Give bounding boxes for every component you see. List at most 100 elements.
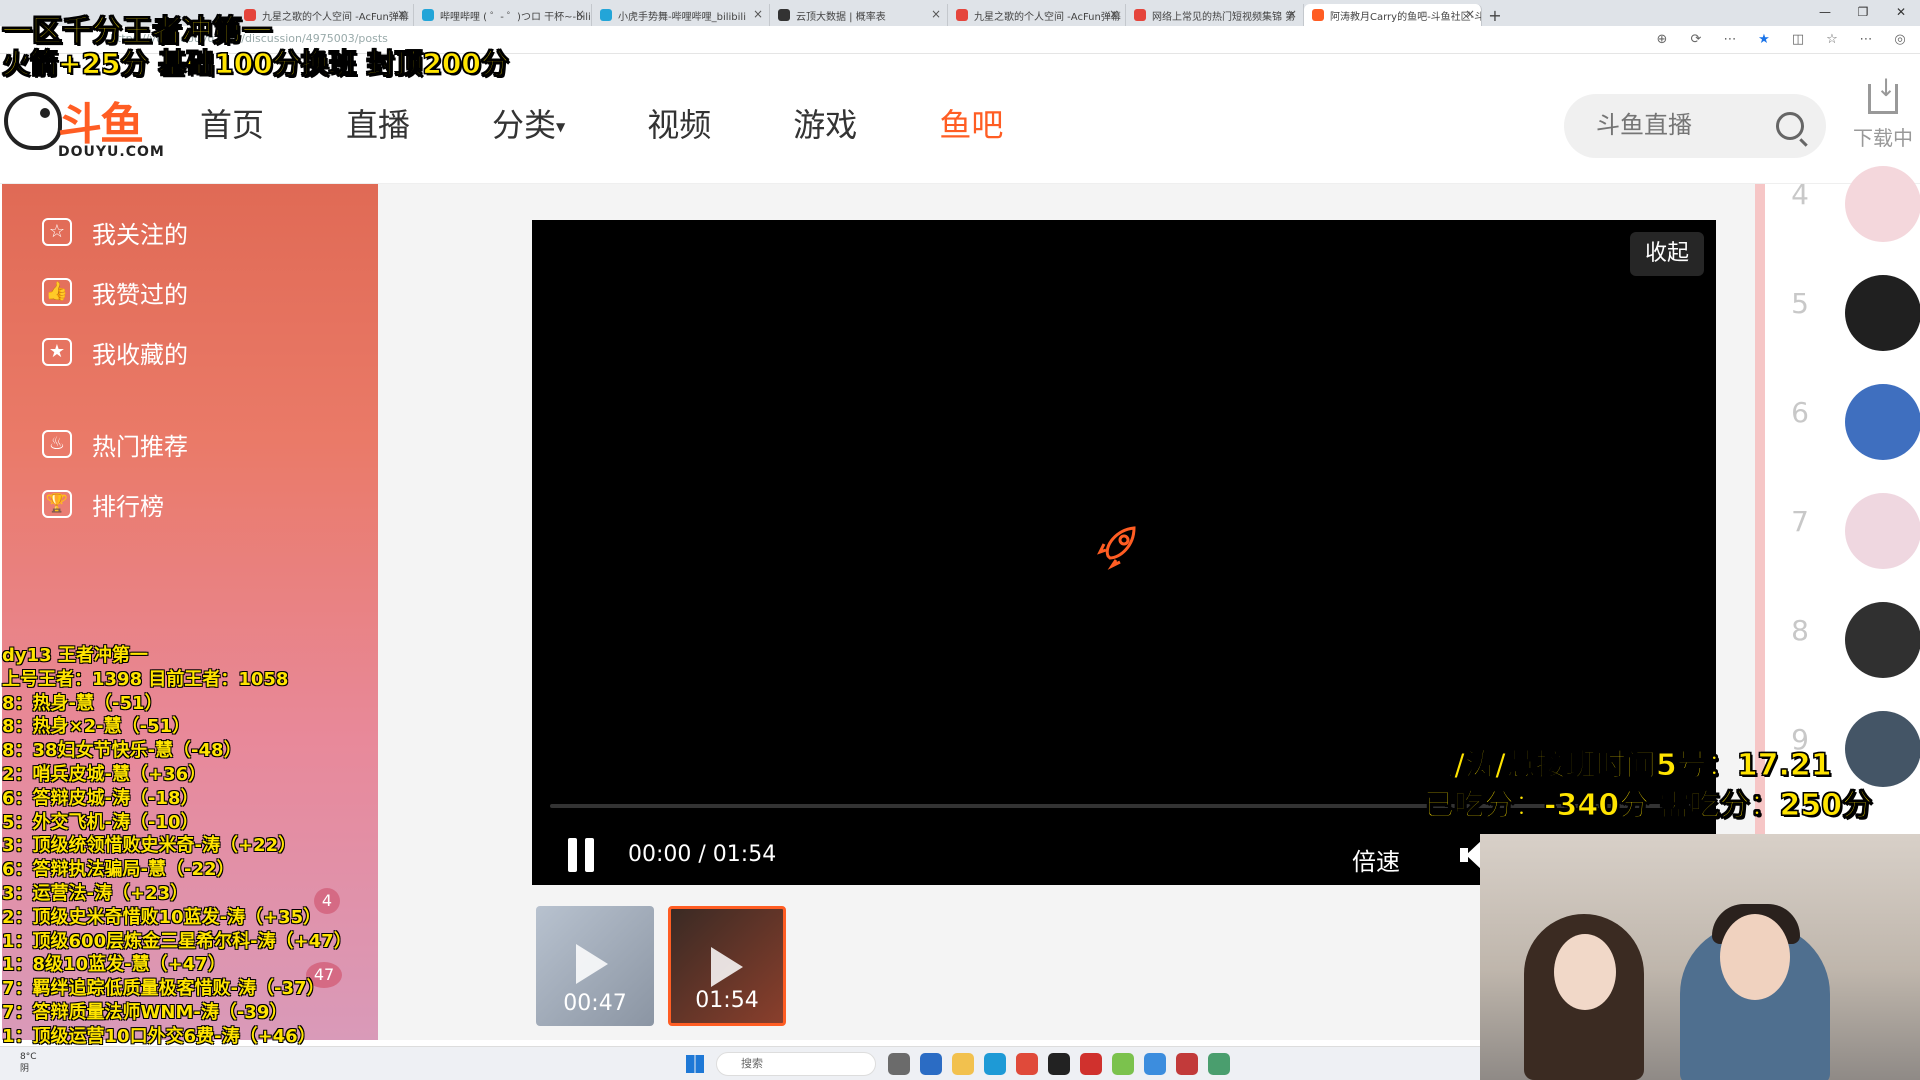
app-icon[interactable] bbox=[1208, 1053, 1230, 1075]
nav-item[interactable]: 首页 bbox=[200, 100, 264, 146]
sidebar-item-label: 我关注的 bbox=[92, 220, 188, 249]
nav-item[interactable]: 视频 bbox=[647, 100, 711, 146]
avatar[interactable] bbox=[1845, 275, 1920, 351]
browser-tab[interactable]: 网络上常见的热门短视频集锦 第 × bbox=[1126, 4, 1304, 26]
copilot-icon[interactable]: ◎ bbox=[1890, 30, 1910, 50]
start-icon[interactable] bbox=[686, 1055, 704, 1073]
sidebar-item-label: 排行榜 bbox=[92, 492, 164, 521]
sidebar-item-icon: 👍 bbox=[42, 278, 72, 306]
app-icon[interactable] bbox=[1048, 1053, 1070, 1075]
browser-tab[interactable]: 阿涛教月Carry的鱼吧-斗鱼社区-斗 × bbox=[1304, 4, 1482, 26]
split-screen-icon[interactable]: ◫ bbox=[1788, 30, 1808, 50]
sidebar-item[interactable]: 🏆 排行榜 bbox=[42, 484, 164, 524]
avatar[interactable] bbox=[1845, 166, 1920, 242]
douyu-logo[interactable]: 斗鱼 DOUYU.COM bbox=[0, 84, 164, 174]
tab-favicon-icon bbox=[422, 9, 434, 21]
browser-tab[interactable]: 哔哩哔哩 ( ゜- ゜)つロ 干杯~-bilibi × bbox=[414, 4, 592, 26]
rank-row[interactable]: 7 bbox=[1785, 493, 1920, 569]
score-line: 5：外交飞机-涛（-10） bbox=[2, 811, 199, 833]
score-line: 1：顶级运营10口外交6费-涛（+46） bbox=[2, 1025, 316, 1047]
new-tab-button[interactable]: + bbox=[1482, 4, 1508, 26]
score-list: dy13 王者冲第一 上号王者：1398 目前王者：1058 8：热身-慧（-51）… bbox=[2, 644, 352, 1049]
tab-title: 九星之歌的个人空间 -AcFun弹幕 bbox=[974, 11, 1121, 23]
tab-close-icon[interactable]: × bbox=[753, 7, 763, 21]
sidebar-item[interactable]: ♨ 热门推荐 bbox=[42, 424, 188, 464]
tab-title: 九星之歌的个人空间 -AcFun弹幕 bbox=[262, 11, 409, 23]
pause-button[interactable] bbox=[566, 838, 596, 872]
zoom-icon[interactable]: ⊕ bbox=[1652, 30, 1672, 50]
favorite-star-icon[interactable]: ★ bbox=[1754, 30, 1774, 50]
edge-icon[interactable] bbox=[984, 1053, 1006, 1075]
weather-widget[interactable]: 8°C 阴 bbox=[20, 1051, 37, 1075]
main-nav: 首页 直播 分类▼ 视频 游戏 鱼吧 bbox=[200, 100, 1085, 146]
nav-item[interactable]: 分类▼ bbox=[492, 100, 565, 146]
score-line: 3：顶级统领惜败史米奇-涛（+22） bbox=[2, 835, 297, 857]
play-icon bbox=[711, 947, 743, 987]
streamer-1-face bbox=[1554, 934, 1616, 1010]
search-box[interactable] bbox=[1564, 94, 1826, 158]
windows-taskbar: 8°C 阴 搜索 bbox=[0, 1046, 1480, 1080]
browser-tab[interactable]: 九星之歌的个人空间 -AcFun弹幕 × bbox=[948, 4, 1126, 26]
taskbar-search[interactable]: 搜索 bbox=[716, 1052, 876, 1076]
avatar[interactable] bbox=[1845, 493, 1920, 569]
speed-button[interactable]: 倍速 bbox=[1352, 842, 1400, 877]
avatar[interactable] bbox=[1845, 711, 1920, 787]
tab-favicon-icon bbox=[778, 9, 790, 21]
video-thumbnail-2[interactable]: 01:54 bbox=[668, 906, 786, 1026]
sidebar-item-icon: ★ bbox=[42, 338, 72, 366]
thumbnail-duration: 01:54 bbox=[695, 988, 759, 1013]
tab-close-icon[interactable]: × bbox=[1287, 7, 1297, 21]
task-view-icon[interactable] bbox=[888, 1053, 910, 1075]
rank-row[interactable]: 8 bbox=[1785, 602, 1920, 678]
rank-row[interactable]: 4 bbox=[1785, 166, 1920, 242]
thumbnail-duration: 00:47 bbox=[563, 991, 627, 1016]
tab-close-icon[interactable]: × bbox=[575, 7, 585, 21]
browser-tab[interactable]: 小虎手势舞-哔哩哔哩_bilibili × bbox=[592, 4, 770, 26]
tab-close-icon[interactable]: × bbox=[1109, 7, 1119, 21]
restore-icon[interactable]: ❐ bbox=[1844, 0, 1882, 26]
score-line: 6：答辩皮城-涛（-18） bbox=[2, 787, 199, 809]
file-explorer-icon[interactable] bbox=[952, 1053, 974, 1075]
taskbar-search-text: 搜索 bbox=[741, 1057, 763, 1070]
nav-item[interactable]: 鱼吧 bbox=[939, 100, 1003, 146]
collapse-button[interactable]: 收起 bbox=[1630, 232, 1704, 276]
video-thumbnail-1[interactable]: 00:47 bbox=[536, 906, 654, 1026]
app-icon[interactable] bbox=[1112, 1053, 1134, 1075]
tab-title: 云顶大数据 | 概率表 bbox=[796, 11, 886, 23]
sidebar-item[interactable]: ☆ 我关注的 bbox=[42, 212, 188, 252]
screen: 九星之歌的个人空间 -AcFun弹幕 × 哔哩哔哩 ( ゜- ゜)つロ 干杯~-bi… bbox=[0, 0, 1920, 1080]
score-line: 6：答辩执法骗局-慧（-22） bbox=[2, 859, 235, 881]
refresh-icon[interactable]: ⟳ bbox=[1686, 30, 1706, 50]
nav-item[interactable]: 直播 bbox=[346, 100, 410, 146]
collections-icon[interactable]: ☆ bbox=[1822, 30, 1842, 50]
sidebar-item[interactable]: 👍 我赞过的 bbox=[42, 272, 188, 312]
app-icon[interactable] bbox=[1176, 1053, 1198, 1075]
taskbar-icons bbox=[888, 1053, 1230, 1075]
more-icon[interactable]: ⋯ bbox=[1720, 30, 1740, 50]
store-icon[interactable] bbox=[920, 1053, 942, 1075]
app-icon[interactable] bbox=[1016, 1053, 1038, 1075]
tab-favicon-icon bbox=[956, 9, 968, 21]
rank-row[interactable]: 6 bbox=[1785, 384, 1920, 460]
avatar[interactable] bbox=[1845, 602, 1920, 678]
netease-music-icon[interactable] bbox=[1080, 1053, 1102, 1075]
tab-title: 网络上常见的热门短视频集锦 第 bbox=[1152, 11, 1296, 23]
tab-close-icon[interactable]: × bbox=[1465, 7, 1475, 21]
webcam-feed bbox=[1480, 834, 1920, 1080]
browser-tab[interactable]: 云顶大数据 | 概率表 × bbox=[770, 4, 948, 26]
score-line: 1：顶级600层炼金三星希尔科-涛（+47） bbox=[2, 930, 352, 952]
tab-close-icon[interactable]: × bbox=[397, 7, 407, 21]
minimize-icon[interactable]: — bbox=[1806, 0, 1844, 26]
nav-item[interactable]: 游戏 bbox=[793, 100, 857, 146]
avatar[interactable] bbox=[1845, 384, 1920, 460]
nav-label: 首页 bbox=[200, 106, 265, 144]
tab-close-icon[interactable]: × bbox=[931, 7, 941, 21]
rank-row[interactable]: 5 bbox=[1785, 275, 1920, 351]
download-button[interactable]: 下载中 bbox=[1846, 74, 1920, 151]
sidebar-item[interactable]: ★ 我收藏的 bbox=[42, 332, 188, 372]
search-input[interactable] bbox=[1596, 112, 1766, 140]
search-icon[interactable] bbox=[1776, 112, 1804, 140]
close-window-icon[interactable]: ✕ bbox=[1882, 0, 1920, 26]
app-icon[interactable] bbox=[1144, 1053, 1166, 1075]
menu-icon[interactable]: ⋯ bbox=[1856, 30, 1876, 50]
